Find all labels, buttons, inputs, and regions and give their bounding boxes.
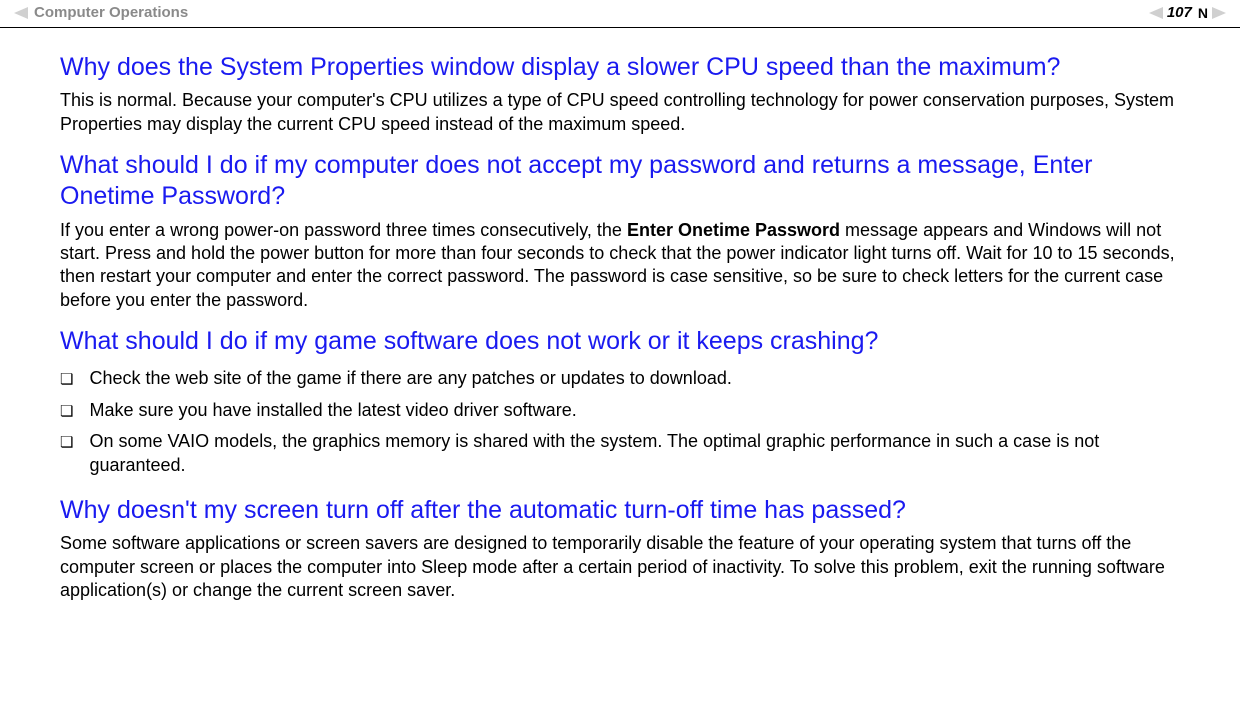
faq-body-1: This is normal. Because your computer's … [60,89,1180,136]
faq-heading-3: What should I do if my game software doe… [60,326,1180,357]
faq-body-2: If you enter a wrong power-on password t… [60,219,1180,313]
breadcrumb: Computer Operations [14,4,188,21]
page-number-area: 107 N [1149,4,1226,21]
faq-heading-2: What should I do if my computer does not… [60,150,1180,213]
breadcrumb-text: Computer Operations [34,4,188,21]
faq-heading-1: Why does the System Properties window di… [60,52,1180,83]
list-item: ❏ Check the web site of the game if ther… [60,363,1180,394]
faq-body-4: Some software applications or screen sav… [60,532,1180,602]
checkbox-icon: ❏ [60,432,73,453]
page-header: Computer Operations 107 N [0,0,1240,28]
faq-heading-4: Why doesn't my screen turn off after the… [60,495,1180,526]
checkbox-icon: ❏ [60,401,73,422]
faq-checklist: ❏ Check the web site of the game if ther… [60,363,1180,481]
n-indicator: N [1198,5,1208,21]
list-item-text: On some VAIO models, the graphics memory… [89,430,1180,477]
list-item-text: Make sure you have installed the latest … [89,399,576,422]
list-item: ❏ On some VAIO models, the graphics memo… [60,426,1180,481]
page-content: Why does the System Properties window di… [0,28,1240,602]
prev-page-icon[interactable] [1149,7,1163,19]
list-item: ❏ Make sure you have installed the lates… [60,395,1180,426]
list-item-text: Check the web site of the game if there … [89,367,731,390]
next-page-icon[interactable] [1212,7,1226,19]
page-number: 107 [1167,4,1192,21]
back-arrow-icon[interactable] [14,7,28,19]
checkbox-icon: ❏ [60,369,73,390]
